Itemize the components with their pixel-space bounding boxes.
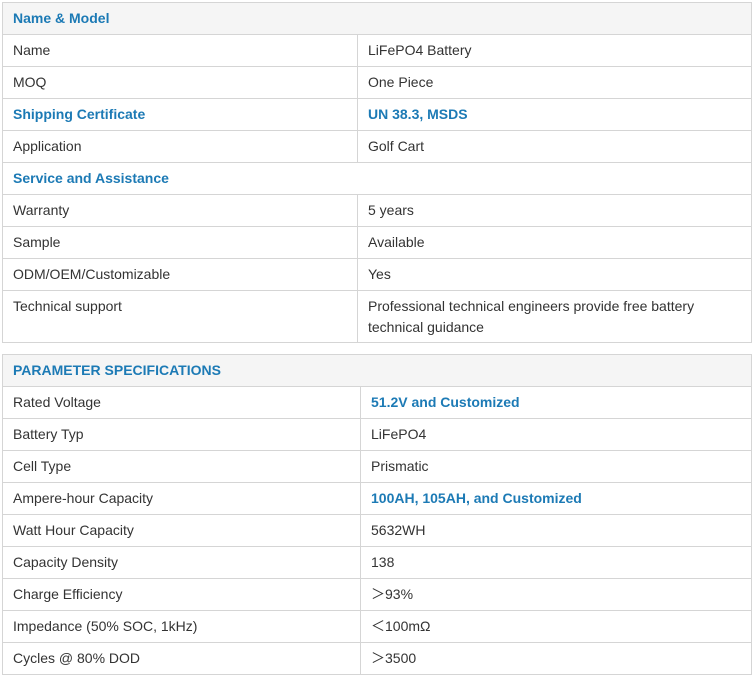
- row-label: Charge Efficiency: [2, 578, 361, 611]
- row-label: Battery Typ: [2, 418, 361, 451]
- row-label: Name: [2, 34, 358, 67]
- table-row: Shipping Certificate UN 38.3, MSDS: [2, 98, 752, 131]
- row-value: Yes: [357, 258, 752, 291]
- table-row: Charge Efficiency ＞93%: [2, 578, 752, 611]
- table-row: Capacity Density 138: [2, 546, 752, 579]
- parameter-specifications-table: PARAMETER SPECIFICATIONS Rated Voltage 5…: [2, 354, 752, 675]
- row-label: Sample: [2, 226, 358, 259]
- section-title-service: Service and Assistance: [2, 162, 752, 195]
- section-title-name-model: Name & Model: [2, 2, 752, 35]
- table-row: ODM/OEM/Customizable Yes: [2, 258, 752, 291]
- row-label: Rated Voltage: [2, 386, 361, 419]
- row-value: ＞3500: [360, 642, 752, 675]
- row-label: Technical support: [2, 290, 358, 343]
- product-info-table: Name & Model Name LiFePO4 Battery MOQ On…: [2, 2, 752, 343]
- row-value: Available: [357, 226, 752, 259]
- row-label: MOQ: [2, 66, 358, 99]
- row-label: Watt Hour Capacity: [2, 514, 361, 547]
- row-value: Prismatic: [360, 450, 752, 483]
- row-label: Capacity Density: [2, 546, 361, 579]
- row-value: 5632WH: [360, 514, 752, 547]
- table-row: Technical support Professional technical…: [2, 290, 752, 343]
- row-label: Cycles @ 80% DOD: [2, 642, 361, 675]
- row-value: LiFePO4: [360, 418, 752, 451]
- table-header-row: PARAMETER SPECIFICATIONS: [2, 354, 752, 387]
- row-value: Golf Cart: [357, 130, 752, 163]
- row-value: UN 38.3, MSDS: [357, 98, 752, 131]
- table-row: MOQ One Piece: [2, 66, 752, 99]
- row-value: 5 years: [357, 194, 752, 227]
- table-subheader-row: Service and Assistance: [2, 162, 752, 195]
- row-value: Professional technical engineers provide…: [357, 290, 752, 343]
- table-row: Warranty 5 years: [2, 194, 752, 227]
- row-label: Warranty: [2, 194, 358, 227]
- row-label: Impedance (50% SOC, 1kHz): [2, 610, 361, 643]
- row-label: Shipping Certificate: [2, 98, 358, 131]
- row-label: Application: [2, 130, 358, 163]
- table-header-row: Name & Model: [2, 2, 752, 35]
- table-row: Application Golf Cart: [2, 130, 752, 163]
- table-row: Rated Voltage 51.2V and Customized: [2, 386, 752, 419]
- table-row: Impedance (50% SOC, 1kHz) ＜100mΩ: [2, 610, 752, 643]
- row-value: One Piece: [357, 66, 752, 99]
- row-value: ＞93%: [360, 578, 752, 611]
- row-value: LiFePO4 Battery: [357, 34, 752, 67]
- row-label: ODM/OEM/Customizable: [2, 258, 358, 291]
- row-label: Ampere-hour Capacity: [2, 482, 361, 515]
- row-value: 51.2V and Customized: [360, 386, 752, 419]
- row-value: 138: [360, 546, 752, 579]
- row-value: 100AH, 105AH, and Customized: [360, 482, 752, 515]
- row-value: ＜100mΩ: [360, 610, 752, 643]
- table-row: Cell Type Prismatic: [2, 450, 752, 483]
- table-row: Sample Available: [2, 226, 752, 259]
- table-row: Name LiFePO4 Battery: [2, 34, 752, 67]
- table-row: Watt Hour Capacity 5632WH: [2, 514, 752, 547]
- row-label: Cell Type: [2, 450, 361, 483]
- table-row: Battery Typ LiFePO4: [2, 418, 752, 451]
- table-row: Ampere-hour Capacity 100AH, 105AH, and C…: [2, 482, 752, 515]
- table-row: Cycles @ 80% DOD ＞3500: [2, 642, 752, 675]
- section-title-parameters: PARAMETER SPECIFICATIONS: [2, 354, 752, 387]
